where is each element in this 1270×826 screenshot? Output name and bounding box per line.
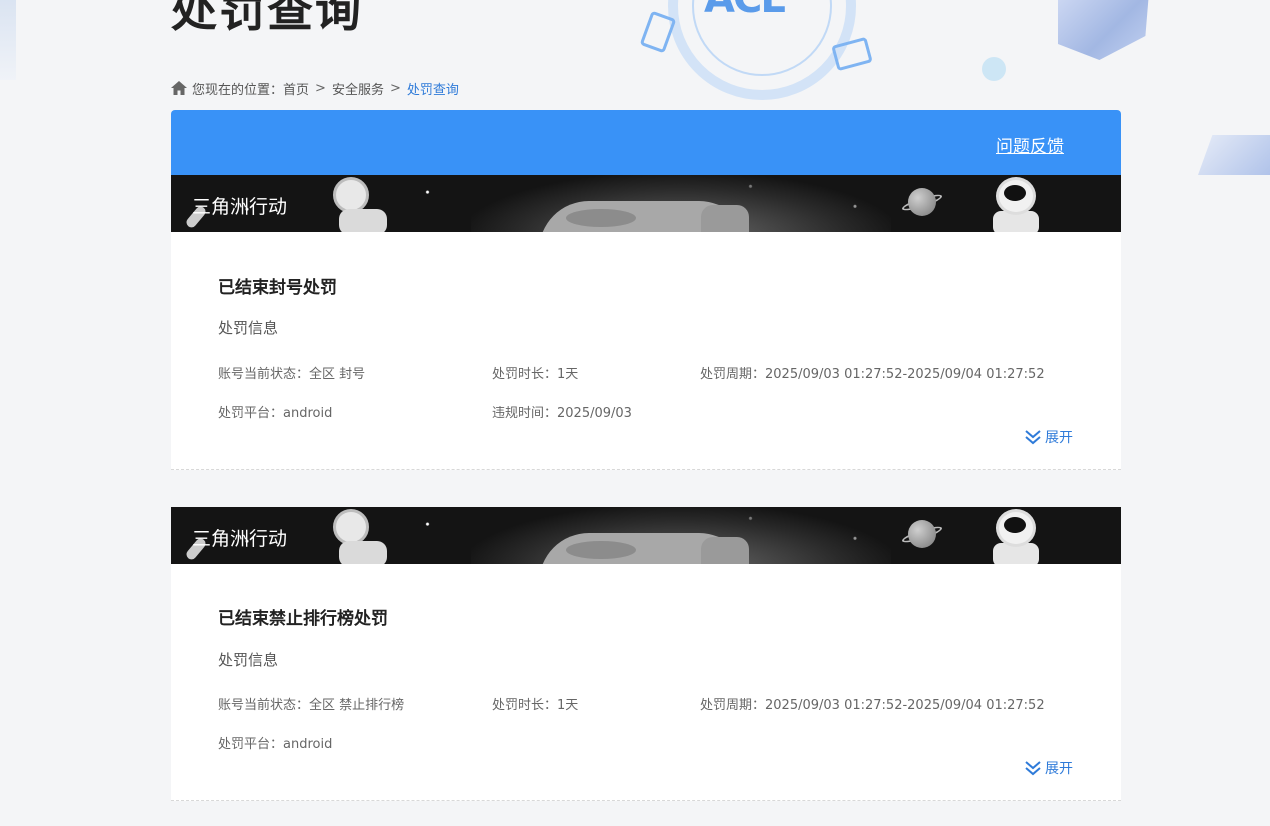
spaceship-fin <box>701 205 749 232</box>
expand-button[interactable]: 展开 <box>1024 427 1073 447</box>
penalty-period-label: 处罚周期： <box>700 698 766 713</box>
breadcrumb-current: 处罚查询 <box>406 82 459 98</box>
account-status-label: 账号当前状态： <box>218 367 310 382</box>
planet-icon <box>908 520 936 548</box>
astronaut-icon <box>333 177 369 213</box>
penalty-platform: 处罚平台：android <box>218 402 332 421</box>
breadcrumb-security-link[interactable]: 安全服务 <box>332 79 384 98</box>
background-dot <box>982 57 1006 81</box>
penalty-platform-value: android <box>283 406 333 421</box>
penalty-duration-value: 1天 <box>557 367 579 382</box>
breadcrumb: 您现在的位置： 首页 > 安全服务 > 处罚查询 <box>171 79 459 98</box>
expand-button[interactable]: 展开 <box>1024 758 1073 778</box>
feedback-link[interactable]: 问题反馈 <box>996 132 1064 157</box>
planet-icon <box>908 188 936 216</box>
game-name: 三角洲行动 <box>192 196 288 218</box>
penalty-card: 三角洲行动 已结束封号处罚 处罚信息 账号当前状态：全区 封号 处罚时长：1天 … <box>171 175 1121 470</box>
game-banner: 三角洲行动 <box>171 175 1121 232</box>
penalty-duration: 处罚时长：1天 <box>492 694 578 713</box>
breadcrumb-separator: > <box>389 80 401 96</box>
penalty-period: 处罚周期：2025/09/03 01:27:52-2025/09/04 01:2… <box>700 363 1045 382</box>
penalty-title: 已结束封号处罚 <box>218 278 337 298</box>
page-title: 处罚查询 <box>171 0 363 37</box>
penalty-period-value: 2025/09/03 01:27:52-2025/09/04 01:27:52 <box>765 698 1045 713</box>
penalty-period-label: 处罚周期： <box>700 367 766 382</box>
game-banner: 三角洲行动 <box>171 507 1121 564</box>
penalty-platform-label: 处罚平台： <box>218 737 284 752</box>
penalty-duration-value: 1天 <box>557 698 579 713</box>
spaceship-dome <box>566 541 636 559</box>
background-character-art-small <box>1198 135 1270 175</box>
astronaut-visor <box>1004 517 1026 533</box>
breadcrumb-separator: > <box>315 80 326 96</box>
astronaut-body <box>339 209 387 232</box>
section-label: 处罚信息 <box>218 319 279 337</box>
breadcrumb-home-link[interactable]: 首页 <box>283 79 309 98</box>
section-label: 处罚信息 <box>218 651 279 669</box>
violation-time-value: 2025/09/03 <box>557 406 632 421</box>
game-name: 三角洲行动 <box>192 528 288 550</box>
penalty-period: 处罚周期：2025/09/03 01:27:52-2025/09/04 01:2… <box>700 694 1045 713</box>
account-status: 账号当前状态：全区 禁止排行榜 <box>218 694 404 713</box>
account-status-value: 全区 禁止排行榜 <box>309 698 405 713</box>
double-chevron-down-icon <box>1025 430 1041 445</box>
penalty-duration-label: 处罚时长： <box>492 698 558 713</box>
penalty-duration: 处罚时长：1天 <box>492 363 578 382</box>
penalty-platform: 处罚平台：android <box>218 733 332 752</box>
penalty-period-value: 2025/09/03 01:27:52-2025/09/04 01:27:52 <box>765 367 1045 382</box>
background-ace-logo: ACE <box>704 0 788 22</box>
penalty-duration-label: 处罚时长： <box>492 367 558 382</box>
penalty-title: 已结束禁止排行榜处罚 <box>218 609 388 629</box>
account-status-label: 账号当前状态： <box>218 698 310 713</box>
breadcrumb-prefix: 您现在的位置： <box>192 82 284 98</box>
background-ring <box>668 0 856 100</box>
background-game-card-icon <box>831 36 873 72</box>
penalty-card: 三角洲行动 已结束禁止排行榜处罚 处罚信息 账号当前状态：全区 禁止排行榜 处罚… <box>171 507 1121 801</box>
spaceship-fin <box>701 537 749 564</box>
expand-label: 展开 <box>1045 761 1073 777</box>
background-character-art <box>1058 0 1150 60</box>
violation-time: 违规时间：2025/09/03 <box>492 402 632 421</box>
account-status-value: 全区 封号 <box>309 367 366 382</box>
home-icon <box>171 81 187 95</box>
penalty-platform-label: 处罚平台： <box>218 406 284 421</box>
expand-label: 展开 <box>1045 430 1073 446</box>
astronaut-icon <box>333 509 369 545</box>
violation-time-label: 违规时间： <box>492 406 558 421</box>
background-ring-inner <box>692 0 832 76</box>
double-chevron-down-icon <box>1025 761 1041 776</box>
header-bar: 问题反馈 <box>171 110 1121 175</box>
astronaut-visor <box>1004 185 1026 201</box>
background-left-art <box>0 0 16 80</box>
account-status: 账号当前状态：全区 封号 <box>218 363 365 382</box>
background-phone-icon <box>639 10 677 54</box>
astronaut-body <box>339 541 387 564</box>
penalty-platform-value: android <box>283 737 333 752</box>
spaceship-dome <box>566 209 636 227</box>
